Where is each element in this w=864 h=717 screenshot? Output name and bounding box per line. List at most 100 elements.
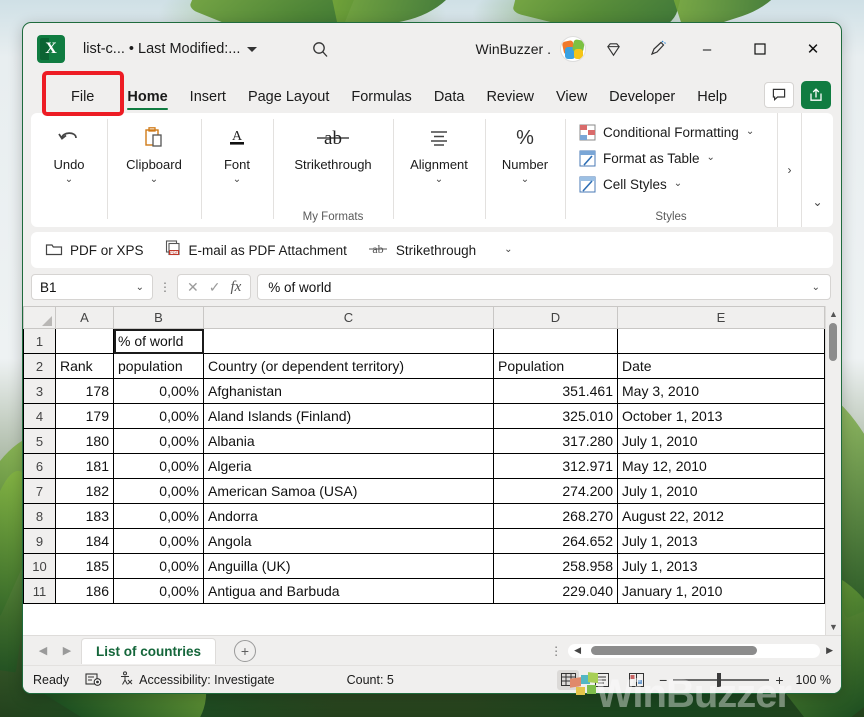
format-as-table-button[interactable]: Format as Table ⌄ <box>579 145 715 171</box>
cell-c3[interactable]: Afghanistan <box>203 378 494 404</box>
cell-e5[interactable]: July 1, 2010 <box>617 428 825 454</box>
cell-b4[interactable]: 0,00% <box>113 403 204 429</box>
cell-a1[interactable] <box>55 328 114 354</box>
zoom-in-button[interactable]: + <box>775 672 783 688</box>
diamond-icon[interactable] <box>595 34 631 64</box>
zoom-track[interactable] <box>673 672 770 687</box>
insert-function-icon[interactable]: fx <box>230 279 241 296</box>
chevron-down-icon[interactable]: ⌄ <box>435 175 443 185</box>
cell-c9[interactable]: Angola <box>203 528 494 554</box>
cell-e3[interactable]: May 3, 2010 <box>617 378 825 404</box>
row-header[interactable]: 2 <box>23 353 56 379</box>
share-icon[interactable] <box>801 81 831 109</box>
cell-a11[interactable]: 186 <box>55 578 114 604</box>
row-header[interactable]: 10 <box>23 553 56 579</box>
chevron-down-icon[interactable] <box>247 46 258 52</box>
chevron-down-icon[interactable]: ⌄ <box>150 175 158 185</box>
cell-d8[interactable]: 268.270 <box>493 503 618 529</box>
cell-a3[interactable]: 178 <box>55 378 114 404</box>
cell-d2[interactable]: Population <box>493 353 618 379</box>
cell-a5[interactable]: 180 <box>55 428 114 454</box>
column-header-a[interactable]: A <box>55 306 114 329</box>
minimize-button[interactable]: – <box>685 26 729 72</box>
pen-highlight-icon[interactable] <box>640 34 676 64</box>
formula-bar-grip[interactable]: ⋮ <box>159 281 171 293</box>
zoom-level[interactable]: 100 % <box>796 673 831 687</box>
cell-d3[interactable]: 351.461 <box>493 378 618 404</box>
hscroll-left-arrow[interactable]: ◀ <box>574 645 581 656</box>
chevron-down-icon[interactable]: ⌄ <box>746 127 754 137</box>
row-header[interactable]: 9 <box>23 528 56 554</box>
select-all-corner[interactable] <box>23 306 56 329</box>
zoom-slider[interactable]: − + <box>659 672 783 688</box>
add-sheet-button[interactable]: + <box>234 639 257 662</box>
row-header[interactable]: 5 <box>23 428 56 454</box>
cell-a2[interactable]: Rank <box>55 353 114 379</box>
row-header[interactable]: 4 <box>23 403 56 429</box>
cell-e11[interactable]: January 1, 2010 <box>617 578 825 604</box>
column-header-d[interactable]: D <box>493 306 618 329</box>
column-header-c[interactable]: C <box>203 306 494 329</box>
cell-b11[interactable]: 0,00% <box>113 578 204 604</box>
tab-insert[interactable]: Insert <box>179 89 237 113</box>
toolbar-overflow-button[interactable]: ⌄ <box>504 245 512 255</box>
column-header-b[interactable]: B <box>113 306 204 329</box>
tab-file[interactable]: File <box>49 83 116 113</box>
cell-a4[interactable]: 179 <box>55 403 114 429</box>
cell-d5[interactable]: 317.280 <box>493 428 618 454</box>
tab-formulas[interactable]: Formulas <box>340 89 422 113</box>
cell-b5[interactable]: 0,00% <box>113 428 204 454</box>
cell-b9[interactable]: 0,00% <box>113 528 204 554</box>
ribbon-group-font[interactable]: A Font ⌄ <box>201 113 273 227</box>
ribbon-group-alignment[interactable]: Alignment ⌄ <box>393 113 485 227</box>
row-header[interactable]: 1 <box>23 328 56 354</box>
page-break-view-button[interactable] <box>625 670 647 690</box>
cell-a6[interactable]: 181 <box>55 453 114 479</box>
hscroll-right-arrow[interactable]: ▶ <box>826 645 833 656</box>
cell-b3[interactable]: 0,00% <box>113 378 204 404</box>
cell-b2[interactable]: population <box>113 353 204 379</box>
vertical-scroll-thumb[interactable] <box>829 323 838 361</box>
close-button[interactable]: ✕ <box>791 26 835 72</box>
chevron-down-icon[interactable]: ⌄ <box>233 175 241 185</box>
tab-page-layout[interactable]: Page Layout <box>237 89 340 113</box>
cell-b1[interactable]: % of world <box>113 328 204 354</box>
chevron-down-icon[interactable]: ⌄ <box>521 175 529 185</box>
cell-e2[interactable]: Date <box>617 353 825 379</box>
cell-b8[interactable]: 0,00% <box>113 503 204 529</box>
horizontal-scrollbar[interactable]: ◀ <box>568 643 821 658</box>
zoom-thumb[interactable] <box>717 672 722 687</box>
chevron-down-icon[interactable]: ⌄ <box>65 175 73 185</box>
cell-d9[interactable]: 264.652 <box>493 528 618 554</box>
chevron-down-icon[interactable]: ⌄ <box>707 153 715 163</box>
cell-d10[interactable]: 258.958 <box>493 553 618 579</box>
tab-view[interactable]: View <box>545 89 598 113</box>
cell-c7[interactable]: American Samoa (USA) <box>203 478 494 504</box>
row-header[interactable]: 7 <box>23 478 56 504</box>
conditional-formatting-button[interactable]: Conditional Formatting ⌄ <box>579 119 754 145</box>
sheet-tab-list-of-countries[interactable]: List of countries <box>81 637 217 664</box>
row-header[interactable]: 3 <box>23 378 56 404</box>
scroll-down-arrow[interactable]: ▼ <box>829 622 838 632</box>
row-header[interactable]: 6 <box>23 453 56 479</box>
tab-review[interactable]: Review <box>475 89 545 113</box>
vertical-scrollbar[interactable]: ▲ ▼ <box>824 306 841 635</box>
cell-d4[interactable]: 325.010 <box>493 403 618 429</box>
cell-a7[interactable]: 182 <box>55 478 114 504</box>
chevron-down-icon[interactable]: ⌄ <box>136 282 144 293</box>
tab-help[interactable]: Help <box>686 89 738 113</box>
comment-icon[interactable] <box>764 82 794 108</box>
accessibility-status[interactable]: Accessibility: Investigate <box>118 670 275 689</box>
tab-data[interactable]: Data <box>423 89 476 113</box>
cell-a8[interactable]: 183 <box>55 503 114 529</box>
chevron-down-icon[interactable]: ⌄ <box>674 179 682 189</box>
document-title[interactable]: list-c... • Last Modified:... <box>83 41 258 57</box>
cell-a10[interactable]: 185 <box>55 553 114 579</box>
horizontal-scroll-thumb[interactable] <box>591 646 757 655</box>
ribbon-more-arrow[interactable]: › <box>777 113 801 227</box>
ribbon-collapse-chevron[interactable]: ⌄ <box>801 113 833 227</box>
maximize-button[interactable] <box>738 26 782 72</box>
cell-e9[interactable]: July 1, 2013 <box>617 528 825 554</box>
cell-b7[interactable]: 0,00% <box>113 478 204 504</box>
ribbon-group-my-formats[interactable]: ab Strikethrough My Formats <box>273 113 393 227</box>
